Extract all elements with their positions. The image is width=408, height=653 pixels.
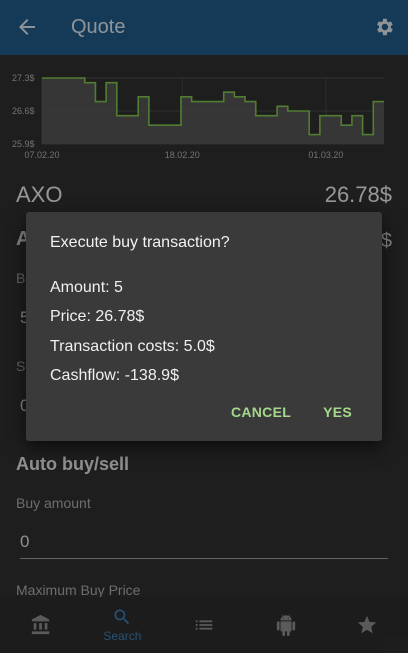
dialog-amount: Amount: 5 — [50, 279, 123, 296]
cancel-button[interactable]: CANCEL — [219, 396, 303, 428]
dialog-title: Execute buy transaction? — [50, 234, 230, 251]
app-root: Quote 27.3$ 26.6$ 25.9$ 07.02.20 18.02.20 01.… — [0, 0, 408, 653]
confirm-buy-dialog: Execute buy transaction? Amount: 5 Price… — [26, 212, 382, 441]
dialog-actions: CANCEL YES — [219, 383, 382, 441]
dialog-price: Price: 26.78$ — [50, 308, 145, 325]
yes-button[interactable]: YES — [311, 396, 364, 428]
dialog-cashflow: Cashflow: -138.9$ — [50, 367, 179, 384]
dialog-transaction-costs: Transaction costs: 5.0$ — [50, 338, 215, 355]
